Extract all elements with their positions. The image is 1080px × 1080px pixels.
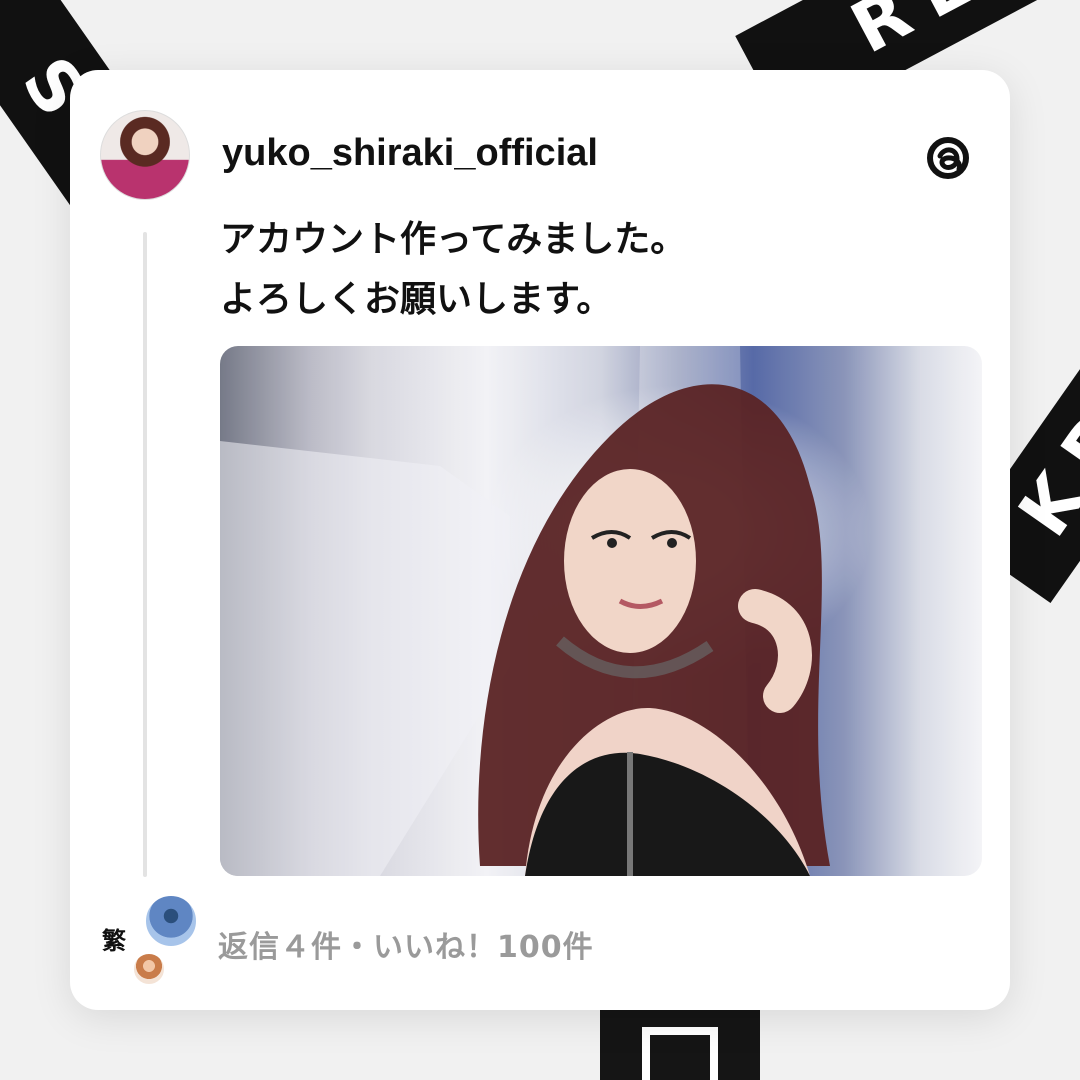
background-ribbon-bottom [600,1010,760,1080]
post-text: アカウント作ってみました。 よろしくお願いします。 [220,210,686,330]
post-text-line-1: アカウント作ってみました。 [220,219,687,260]
username[interactable]: yuko_shiraki_official [222,132,598,175]
thread-post-card: yuko_shiraki_official アカウント作ってみました。 よろしく… [70,70,1010,1010]
thread-line [143,232,147,877]
reply-avatar-2[interactable] [144,894,198,948]
post-stats[interactable]: 返信４件・いいね！100件 [218,922,594,966]
post-text-line-2: よろしくお願いします。 [220,279,613,320]
user-avatar[interactable] [100,110,190,200]
threads-icon[interactable] [922,132,974,184]
reply-avatar-1[interactable]: 繁 [92,916,136,960]
reply-avatar-3[interactable] [132,952,166,986]
engagement-row: 繁 返信４件・いいね！100件 [88,892,593,992]
screen: S RE KD yuko_shiraki_official アカウント作ってみま… [0,0,1080,1080]
post-photo[interactable] [220,346,982,876]
